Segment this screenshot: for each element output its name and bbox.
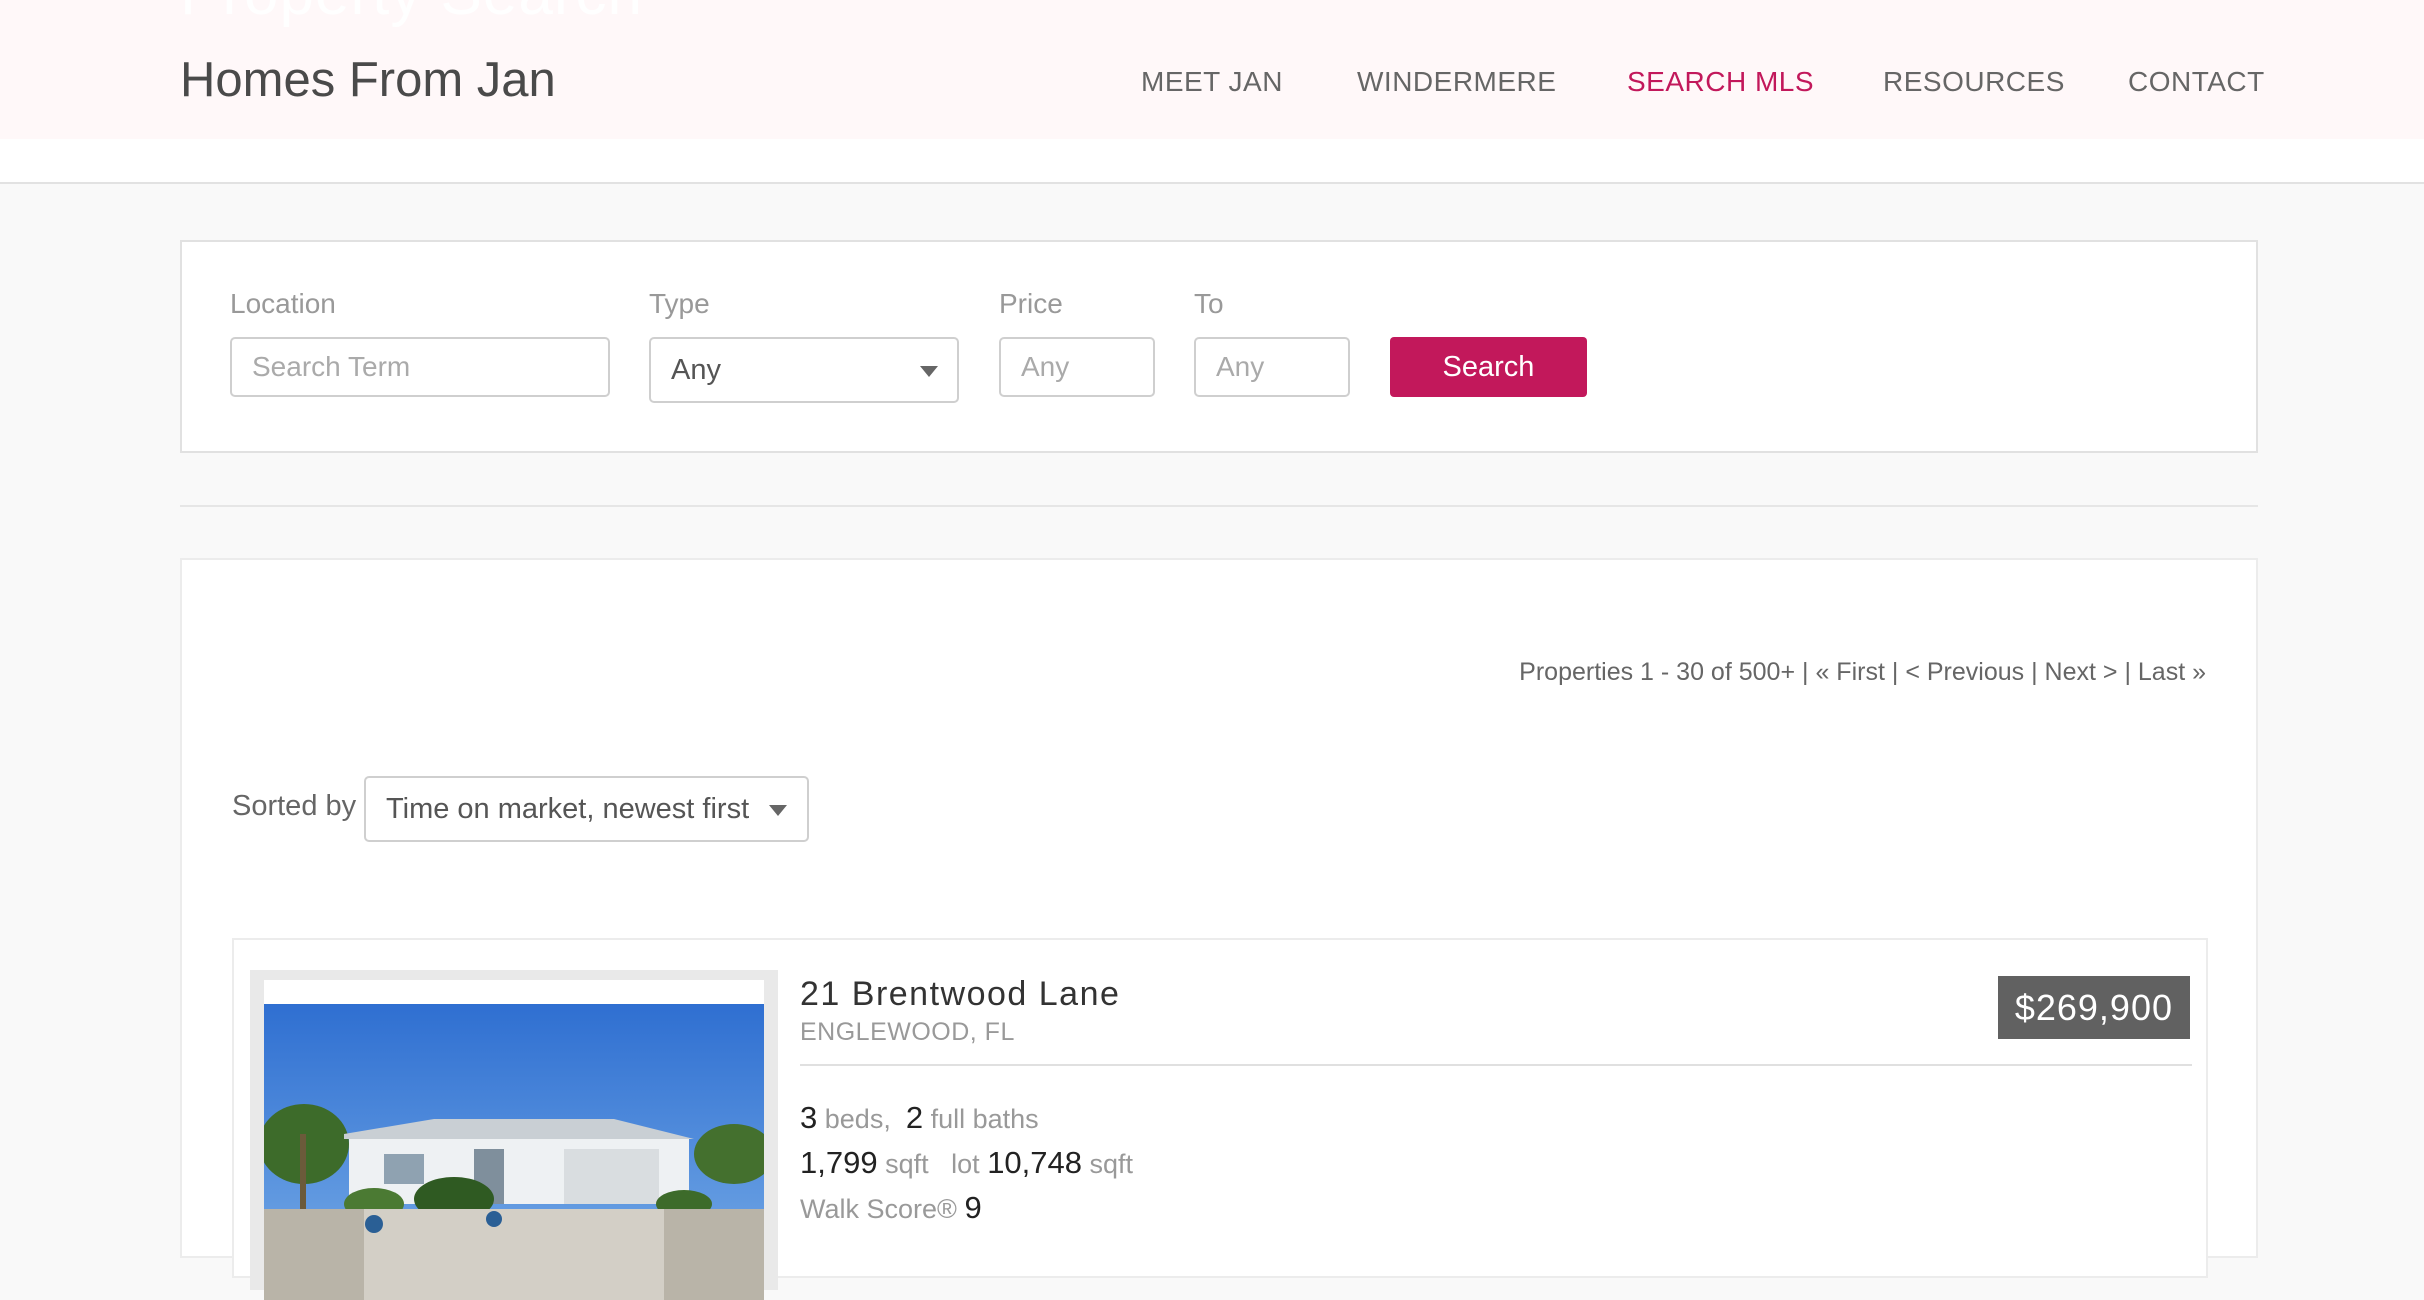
nav-item-windermere[interactable]: WINDERMERE — [1357, 66, 1556, 98]
listing-city: ENGLEWOOD, FL — [800, 1018, 1015, 1046]
listing-lot-unit: sqft — [1089, 1149, 1134, 1179]
pagination: Properties 1 - 30 of 500+ | « First | < … — [1519, 658, 2206, 687]
listing-walk-score: Walk Score® 9 — [800, 1190, 982, 1226]
pagination-next-link[interactable]: Next > — [2045, 658, 2118, 686]
section-divider — [180, 505, 2258, 507]
search-panel: Location Search Term Type Any Price Any … — [180, 240, 2258, 453]
pagination-separator: | — [1802, 658, 1809, 686]
listing-size: 1,799 sqft lot 10,748 sqft — [800, 1145, 1133, 1181]
search-button[interactable]: Search — [1390, 337, 1587, 397]
listing-lot: 10,748 — [987, 1145, 1083, 1180]
header-strip — [0, 139, 2424, 184]
listing-beds: 3 — [800, 1100, 818, 1135]
location-input[interactable]: Search Term — [230, 337, 610, 397]
page-hero-title: Property Search — [180, 0, 643, 29]
sort-label: Sorted by — [232, 790, 357, 822]
walk-score-label: Walk Score® — [800, 1194, 957, 1224]
sort-select[interactable]: Time on market, newest first — [364, 776, 809, 842]
chevron-down-icon — [769, 805, 787, 816]
listing-price-badge: $269,900 — [1997, 976, 2190, 1039]
listing-baths-label: full baths — [930, 1104, 1039, 1134]
listing-divider — [800, 1064, 2192, 1066]
listing-bed-bath: 3 beds, 2 full baths — [800, 1100, 1039, 1136]
nav-item-contact[interactable]: CONTACT — [2128, 66, 2265, 98]
price-label: Price — [999, 288, 1063, 319]
pagination-previous-link[interactable]: < Previous — [1905, 658, 2024, 686]
listing-lot-label: lot — [951, 1149, 980, 1179]
listing-card[interactable]: 21 Brentwood Lane ENGLEWOOD, FL $269,900… — [232, 938, 2208, 1300]
results-panel: Properties 1 - 30 of 500+ | « First | < … — [180, 558, 2258, 1300]
type-select-value: Any — [671, 354, 721, 386]
price-max-input[interactable]: Any — [1194, 337, 1350, 397]
pagination-last-link[interactable]: Last » — [2138, 658, 2206, 686]
pagination-separator: | — [2124, 658, 2131, 686]
pagination-separator: | — [2031, 658, 2038, 686]
sort-select-value: Time on market, newest first — [386, 793, 750, 825]
listing-baths: 2 — [905, 1100, 924, 1135]
nav-item-search-mls[interactable]: SEARCH MLS — [1627, 66, 1814, 98]
results-count: Properties 1 - 30 of 500+ — [1519, 658, 1796, 686]
pagination-first-link[interactable]: « First — [1815, 658, 1884, 686]
pagination-separator: | — [1891, 658, 1899, 686]
nav-item-meet-jan[interactable]: MEET JAN — [1141, 66, 1283, 98]
type-label: Type — [649, 288, 710, 319]
chevron-down-icon — [920, 366, 938, 377]
walk-score-value: 9 — [964, 1190, 982, 1225]
nav-item-resources[interactable]: RESOURCES — [1883, 66, 2065, 98]
listing-address[interactable]: 21 Brentwood Lane — [800, 975, 1120, 1014]
listing-photo[interactable] — [264, 980, 764, 1300]
listing-sqft: 1,799 — [800, 1145, 878, 1180]
listing-sqft-label: sqft — [885, 1149, 929, 1179]
location-label: Location — [230, 288, 336, 319]
type-select[interactable]: Any — [649, 337, 959, 403]
main-nav: MEET JAN WINDERMERE SEARCH MLS RESOURCES… — [0, 66, 2424, 106]
house-photo-image — [264, 1004, 764, 1300]
price-to-label: To — [1194, 288, 1224, 319]
price-min-input[interactable]: Any — [999, 337, 1155, 397]
listing-beds-label: beds, — [824, 1104, 891, 1134]
listing-photo-frame — [250, 970, 778, 1300]
